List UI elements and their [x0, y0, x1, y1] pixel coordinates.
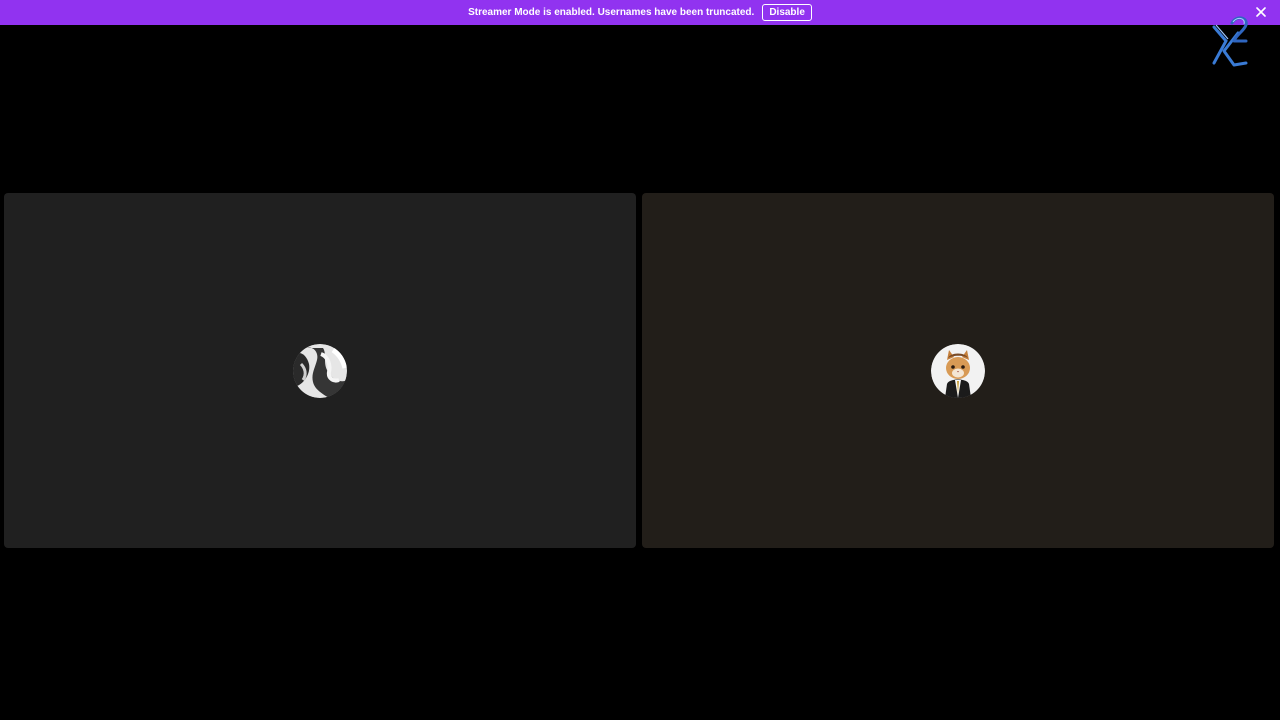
close-icon[interactable] — [1254, 5, 1268, 19]
participant-tile-1[interactable] — [4, 193, 636, 548]
disable-streamer-mode-button[interactable]: Disable — [762, 4, 812, 21]
participant-avatar-2 — [931, 344, 985, 398]
streamer-mode-banner: Streamer Mode is enabled. Usernames have… — [0, 0, 1280, 25]
participant-avatar-1 — [293, 344, 347, 398]
streamer-mode-message: Streamer Mode is enabled. Usernames have… — [468, 7, 755, 18]
x2-logo-icon — [1208, 13, 1252, 69]
participant-tile-2[interactable] — [642, 193, 1274, 548]
